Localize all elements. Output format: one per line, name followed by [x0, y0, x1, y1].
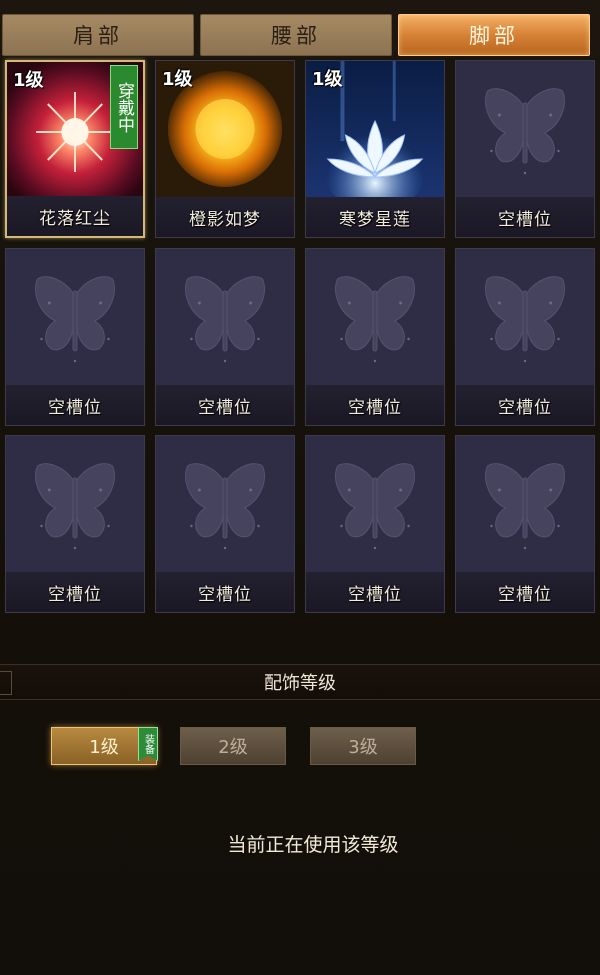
slot-name: 橙影如梦	[156, 197, 294, 237]
accessory-slot[interactable]: 1级橙影如梦	[155, 60, 295, 238]
butterfly-placeholder-icon	[156, 249, 294, 385]
slot-name: 空槽位	[456, 572, 594, 612]
butterfly-placeholder-icon	[6, 436, 144, 572]
butterfly-placeholder-icon	[456, 249, 594, 385]
slot-name: 空槽位	[6, 385, 144, 425]
empty-slot[interactable]: 空槽位	[455, 435, 595, 613]
header-edge-decoration	[0, 671, 12, 695]
slot-name: 空槽位	[156, 385, 294, 425]
slot-name: 空槽位	[456, 197, 594, 237]
butterfly-placeholder-icon	[6, 249, 144, 385]
slot-name: 空槽位	[6, 572, 144, 612]
empty-slot[interactable]: 空槽位	[455, 60, 595, 238]
butterfly-placeholder-icon	[306, 436, 444, 572]
level-3-button[interactable]: 3级	[310, 727, 416, 765]
accessory-slot[interactable]: 1级寒梦星莲	[305, 60, 445, 238]
slot-name: 空槽位	[156, 572, 294, 612]
butterfly-placeholder-icon	[306, 249, 444, 385]
slot-name: 空槽位	[306, 385, 444, 425]
empty-slot[interactable]: 空槽位	[455, 248, 595, 426]
tab-waist[interactable]: 腰部	[200, 14, 392, 56]
level-section-header: 配饰等级	[0, 664, 600, 700]
level-status-text: 当前正在使用该等级	[227, 834, 399, 856]
butterfly-placeholder-icon	[456, 61, 594, 197]
accessory-slot[interactable]: 1级 穿戴中花落红尘	[5, 60, 145, 238]
level-2-button[interactable]: 2级	[180, 727, 286, 765]
empty-slot[interactable]: 空槽位	[305, 435, 445, 613]
empty-slot[interactable]: 空槽位	[155, 248, 295, 426]
slot-name: 花落红尘	[7, 196, 143, 236]
tab-feet[interactable]: 脚部	[398, 14, 590, 56]
empty-slot[interactable]: 空槽位	[155, 435, 295, 613]
slot-name: 空槽位	[306, 572, 444, 612]
slot-level-label: 1级	[162, 69, 193, 90]
tab-shoulder[interactable]: 肩部	[2, 14, 194, 56]
slot-name: 空槽位	[456, 385, 594, 425]
slot-level-label: 1级	[312, 69, 343, 90]
level-section-title: 配饰等级	[264, 673, 336, 694]
butterfly-placeholder-icon	[156, 436, 294, 572]
butterfly-placeholder-icon	[456, 436, 594, 572]
empty-slot[interactable]: 空槽位	[5, 435, 145, 613]
tab-bar: 肩部 腰部 脚部	[0, 0, 600, 58]
empty-slot[interactable]: 空槽位	[5, 248, 145, 426]
accessory-panel: 肩部 腰部 脚部 1级 穿戴中 花落红尘 1级 橙影如梦 1级 寒梦星莲 空槽位…	[0, 0, 600, 975]
empty-slot[interactable]: 空槽位	[305, 248, 445, 426]
slot-level-label: 1级	[13, 70, 44, 91]
slot-name: 寒梦星莲	[306, 197, 444, 237]
wearing-badge: 穿戴中	[110, 65, 138, 149]
